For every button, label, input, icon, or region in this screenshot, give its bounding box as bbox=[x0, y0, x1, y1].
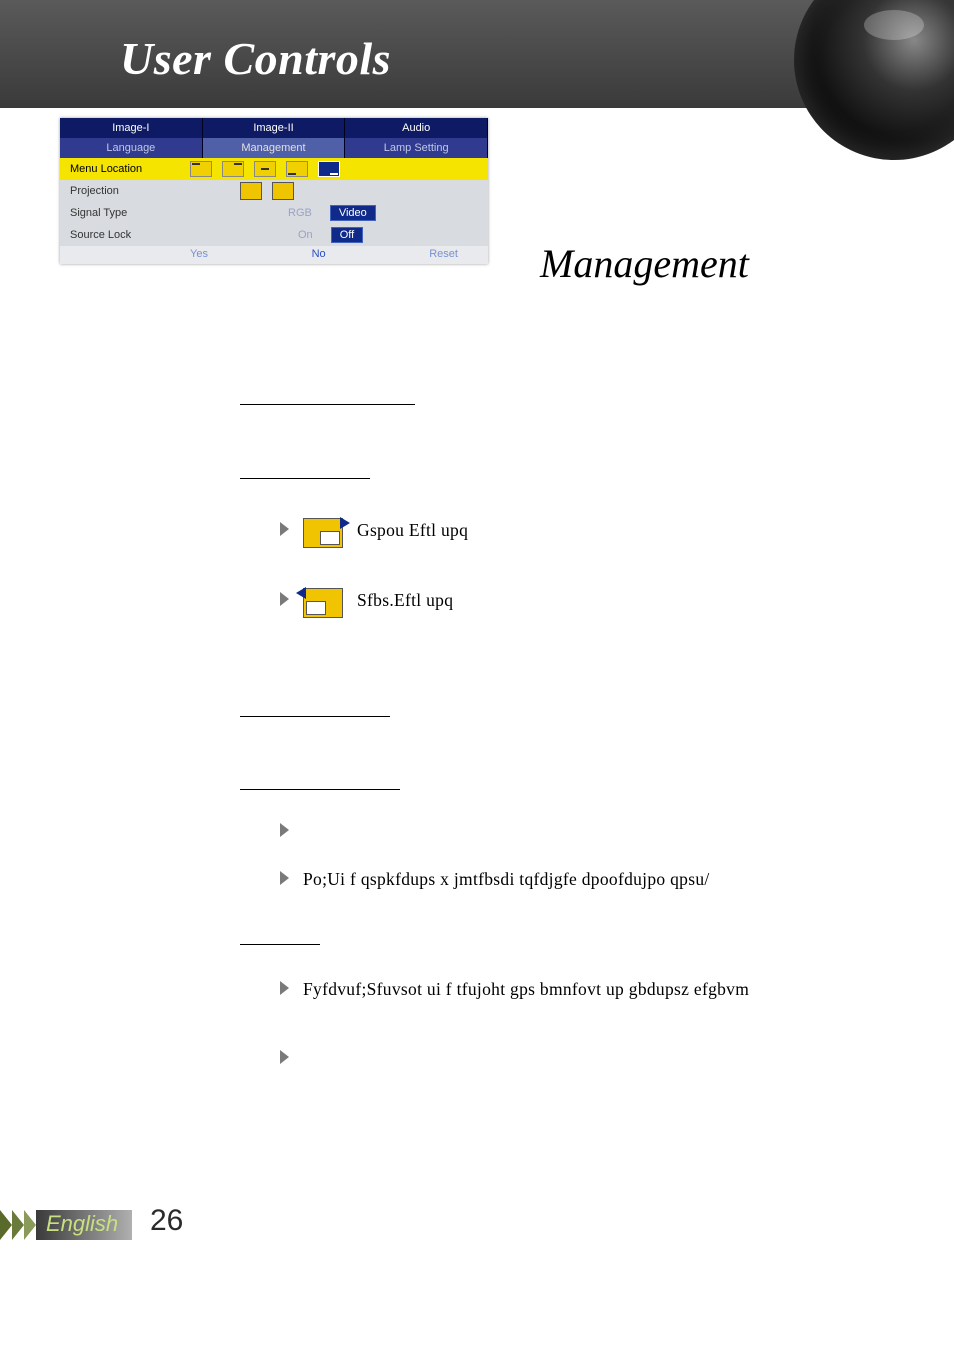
chevron-icon bbox=[0, 1210, 12, 1240]
bullet-empty bbox=[240, 1046, 880, 1064]
projection-icon bbox=[240, 182, 262, 200]
osd-label-projection: Projection bbox=[70, 185, 190, 197]
bullet-text: Sfbs.Eftl upq bbox=[357, 588, 453, 613]
chevron-icon bbox=[24, 1210, 36, 1240]
osd-tab-language: Language bbox=[60, 138, 203, 158]
osd-tab-audio: Audio bbox=[345, 118, 488, 138]
osd-row-menu-location: Menu Location bbox=[60, 158, 488, 180]
menu-location-icon bbox=[222, 161, 244, 177]
bullet-triangle-icon bbox=[280, 981, 289, 995]
body-content: Gspou Eftl upq Sfbs.Eftl upq Po;Ui f qsp… bbox=[240, 360, 880, 1072]
bullet-triangle-icon bbox=[280, 871, 289, 885]
osd-tab-management: Management bbox=[203, 138, 346, 158]
bullet-front-desktop: Gspou Eftl upq bbox=[240, 518, 880, 548]
osd-label-source-lock: Source Lock bbox=[70, 229, 190, 241]
bullet-on-line: Po;Ui f qspkfdups x jmtfbsdi tqfdjgfe dp… bbox=[240, 867, 880, 892]
source-lock-on: On bbox=[290, 228, 321, 242]
osd-screenshot: Image-I Image-II Audio Language Manageme… bbox=[60, 118, 488, 264]
page-title: User Controls bbox=[120, 32, 391, 85]
bullet-text: Fyfdvuf;Sfuvsot ui f tfujoht gps bmnfovt… bbox=[303, 977, 749, 1002]
bullet-text: Gspou Eftl upq bbox=[357, 518, 468, 543]
heading-underline bbox=[240, 458, 370, 479]
source-lock-off: Off bbox=[331, 227, 363, 243]
osd-row-signal-type: Signal Type RGB Video bbox=[60, 202, 488, 224]
osd-footer-no: No bbox=[312, 248, 326, 260]
osd-footer: Yes No Reset bbox=[60, 246, 488, 264]
lens-decoration bbox=[794, 0, 954, 160]
signal-option-rgb: RGB bbox=[280, 206, 320, 220]
section-title: Management bbox=[540, 240, 749, 287]
projection-front-desktop-icon bbox=[303, 518, 343, 548]
osd-label-signal: Signal Type bbox=[70, 207, 190, 219]
osd-footer-yes: Yes bbox=[190, 248, 208, 260]
signal-option-video: Video bbox=[330, 205, 376, 221]
osd-footer-reset: Reset bbox=[429, 248, 458, 260]
heading-underline bbox=[240, 769, 400, 790]
menu-location-icon-selected bbox=[318, 161, 340, 177]
bullet-triangle-icon bbox=[280, 823, 289, 837]
menu-location-icon bbox=[286, 161, 308, 177]
bullet-triangle-icon bbox=[280, 1050, 289, 1064]
bullet-execute-line: Fyfdvuf;Sfuvsot ui f tfujoht gps bmnfovt… bbox=[240, 977, 880, 1002]
osd-row-projection: Projection bbox=[60, 180, 488, 202]
footer-language: English bbox=[36, 1210, 132, 1240]
bullet-rear-desktop: Sfbs.Eftl upq bbox=[240, 588, 880, 618]
bullet-text: Po;Ui f qspkfdups x jmtfbsdi tqfdjgfe dp… bbox=[303, 867, 710, 892]
menu-location-icon bbox=[190, 161, 212, 177]
projection-icon bbox=[272, 182, 294, 200]
osd-tab-image1: Image-I bbox=[60, 118, 203, 138]
heading-underline bbox=[240, 384, 415, 405]
projection-rear-desktop-icon bbox=[303, 588, 343, 618]
page-number: 26 bbox=[150, 1204, 183, 1238]
osd-label-menu-location: Menu Location bbox=[70, 163, 190, 175]
heading-underline bbox=[240, 696, 390, 717]
heading-underline bbox=[240, 924, 320, 945]
osd-tab-image2: Image-II bbox=[203, 118, 346, 138]
bullet-triangle-icon bbox=[280, 522, 289, 536]
chevron-icon bbox=[12, 1210, 24, 1240]
bullet-triangle-icon bbox=[280, 592, 289, 606]
osd-row-source-lock: Source Lock On Off bbox=[60, 224, 488, 246]
menu-location-icon bbox=[254, 161, 276, 177]
osd-tab-lamp: Lamp Setting bbox=[345, 138, 488, 158]
bullet-empty bbox=[240, 819, 880, 837]
